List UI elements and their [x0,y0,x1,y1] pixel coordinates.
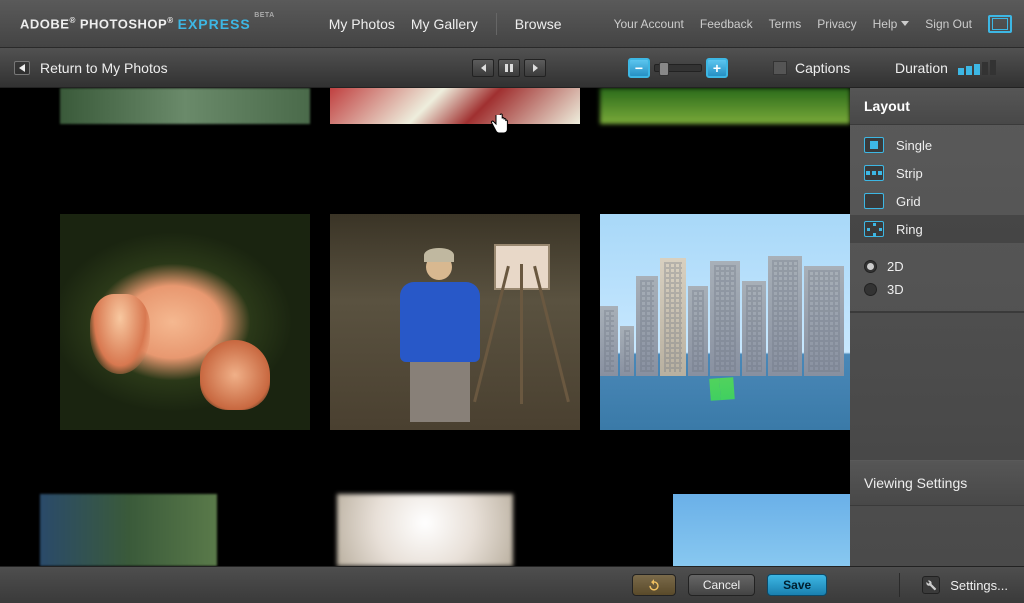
photo-thumbnail[interactable] [330,88,580,124]
return-to-photos-button[interactable]: Return to My Photos [14,60,168,76]
photo-thumbnail[interactable] [673,494,850,566]
photo-thumbnail[interactable] [60,88,310,124]
grid-layout-icon [864,193,884,209]
nav-help[interactable]: Help [873,17,910,31]
slideshow-toolbar: Return to My Photos − + Captions Duratio… [0,48,1024,88]
strip-layout-icon [864,165,884,181]
top-header: ADOBE® PHOTOSHOP® EXPRESSBETA My Photos … [0,0,1024,48]
dimension-radios: 2D 3D [850,249,1024,312]
ring-layout-icon [864,221,884,237]
main-nav: My Photos My Gallery Browse [321,13,570,35]
layout-header[interactable]: Layout [850,88,1024,125]
nav-browse[interactable]: Browse [507,16,570,32]
nav-sign-out[interactable]: Sign Out [925,17,972,31]
layout-sidebar: Layout Single Strip Grid Ring 2D [850,88,1024,566]
nav-feedback[interactable]: Feedback [700,17,753,31]
radio-icon [864,260,877,273]
radio-2d[interactable]: 2D [864,255,1010,278]
nav-my-gallery[interactable]: My Gallery [403,16,486,32]
photo-thumbnail[interactable] [337,494,514,566]
radio-3d[interactable]: 3D [864,278,1010,301]
viewing-settings-header[interactable]: Viewing Settings [850,460,1024,506]
footer-divider [899,573,900,597]
footer-bar: Cancel Save Settings... [0,566,1024,603]
playback-controls [472,59,546,77]
photo-grid[interactable] [0,88,850,566]
main-area: Layout Single Strip Grid Ring 2D [0,88,1024,566]
duration-bars-icon [958,60,996,75]
prev-button[interactable] [472,59,494,77]
pause-button[interactable] [498,59,520,77]
zoom-slider[interactable] [654,64,702,72]
cancel-button[interactable]: Cancel [688,574,755,596]
zoom-out-button[interactable]: − [628,58,650,78]
account-nav: Your Account Feedback Terms Privacy Help… [614,15,1012,33]
captions-toggle[interactable]: Captions [773,60,850,76]
radio-icon [864,283,877,296]
nav-my-photos[interactable]: My Photos [321,16,403,32]
save-button[interactable]: Save [767,574,827,596]
chevron-down-icon [901,21,909,26]
layout-ring[interactable]: Ring [850,215,1024,243]
app-logo: ADOBE® PHOTOSHOP® EXPRESSBETA [20,16,251,32]
settings-button[interactable]: Settings... [916,576,1014,594]
photo-thumbnail[interactable] [60,214,310,430]
nav-divider [496,13,497,35]
layout-strip[interactable]: Strip [850,159,1024,187]
photo-thumbnail[interactable] [600,88,850,124]
nav-your-account[interactable]: Your Account [614,17,684,31]
nav-privacy[interactable]: Privacy [817,17,856,31]
photo-thumbnail[interactable] [40,494,217,566]
duration-control[interactable]: Duration [895,60,996,76]
layout-options: Single Strip Grid Ring [850,125,1024,249]
next-button[interactable] [524,59,546,77]
layout-grid[interactable]: Grid [850,187,1024,215]
checkbox-icon [773,61,787,75]
single-layout-icon [864,137,884,153]
zoom-control: − + [628,58,728,78]
nav-terms[interactable]: Terms [769,17,802,31]
reset-button[interactable] [632,574,676,596]
back-arrow-icon [14,61,30,75]
photo-thumbnail[interactable] [330,214,580,430]
photo-thumbnail[interactable] [600,214,850,430]
revert-icon [647,578,661,592]
fullscreen-icon[interactable] [988,15,1012,33]
layout-single[interactable]: Single [850,131,1024,159]
zoom-in-button[interactable]: + [706,58,728,78]
wrench-icon [922,576,940,594]
